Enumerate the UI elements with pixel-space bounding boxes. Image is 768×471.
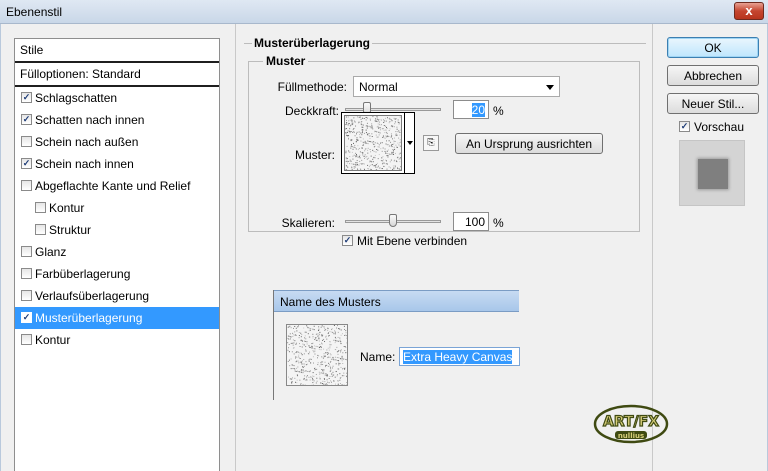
- title-bar: Ebenenstil x: [0, 0, 768, 24]
- preview-checkbox[interactable]: ✓: [679, 121, 690, 132]
- style-checkbox[interactable]: [35, 202, 46, 213]
- pattern-group: Muster Füllmethode: Normal Deckkraft: 20…: [248, 54, 640, 248]
- style-checkbox[interactable]: [21, 290, 32, 301]
- link-with-layer-label: Mit Ebene verbinden: [357, 234, 468, 248]
- style-item-label: Schein nach außen: [35, 135, 139, 149]
- style-item[interactable]: Abgeflachte Kante und Relief: [15, 175, 219, 197]
- preview-swatch: [698, 159, 728, 189]
- style-item[interactable]: Farbüberlagerung: [15, 263, 219, 285]
- pattern-name-input[interactable]: Extra Heavy Canvas: [399, 347, 520, 366]
- scale-input[interactable]: 100: [453, 212, 489, 231]
- close-button[interactable]: x: [734, 2, 764, 20]
- style-checkbox[interactable]: ✓: [21, 92, 32, 103]
- style-checkbox[interactable]: [21, 268, 32, 279]
- style-item[interactable]: ✓ Schlagschatten: [15, 87, 219, 109]
- styles-header[interactable]: Stile: [15, 39, 219, 63]
- blend-mode-value: Normal: [359, 80, 398, 94]
- opacity-value: 20: [471, 103, 485, 117]
- slider-thumb[interactable]: [389, 214, 397, 227]
- style-item[interactable]: Kontur: [15, 329, 219, 351]
- style-preview: [679, 140, 745, 206]
- style-item-label: Abgeflachte Kante und Relief: [35, 179, 191, 193]
- style-checkbox[interactable]: ✓: [21, 114, 32, 125]
- styles-items: ✓ Schlagschatten ✓ Schatten nach innen Schei…: [15, 87, 219, 351]
- artfx-logo: ART/FX nullius: [593, 404, 669, 444]
- pattern-dropdown[interactable]: [404, 113, 414, 173]
- close-icon: x: [745, 3, 753, 18]
- style-item[interactable]: ✓ Schatten nach innen: [15, 109, 219, 131]
- style-item-label: Farbüberlagerung: [35, 267, 131, 281]
- preview-label: Vorschau: [694, 120, 745, 134]
- logo-text: ART/FX: [603, 414, 659, 430]
- group-legend: Muster: [263, 54, 309, 68]
- style-item[interactable]: Schein nach außen: [15, 131, 219, 153]
- pattern-overlay-panel: Musterüberlagerung Muster Füllmethode: N…: [235, 24, 653, 471]
- pattern-name-label: Name:: [360, 350, 396, 364]
- pattern-swatch: [344, 115, 402, 171]
- style-checkbox[interactable]: [21, 180, 32, 191]
- style-checkbox[interactable]: [21, 136, 32, 147]
- style-item-label: Glanz: [35, 245, 67, 259]
- scale-slider[interactable]: [345, 214, 441, 228]
- slider-track: [345, 108, 441, 111]
- opacity-unit: %: [493, 104, 504, 118]
- style-item[interactable]: Glanz: [15, 241, 219, 263]
- style-checkbox[interactable]: [21, 334, 32, 345]
- style-item-label: Schlagschatten: [35, 91, 118, 105]
- opacity-label: Deckkraft:: [284, 104, 339, 118]
- style-item-label: Verlaufsüberlagerung: [35, 289, 150, 303]
- blend-mode-label: Füllmethode:: [277, 80, 347, 94]
- style-item-label: Musterüberlagerung: [35, 311, 143, 325]
- chevron-down-icon: [407, 141, 413, 145]
- window-title: Ebenenstil: [6, 5, 63, 19]
- logo-subtext: nullius: [618, 432, 644, 440]
- styles-list: Stile Fülloptionen: Standard ✓ Schlagscha…: [14, 38, 220, 471]
- popup-title: Name des Musters: [274, 290, 519, 312]
- style-item-label: Kontur: [35, 333, 71, 347]
- pattern-name-popup: Name des Musters Name: Extra Heavy Canva…: [273, 290, 520, 400]
- style-item[interactable]: ✓ Schein nach innen: [15, 153, 219, 175]
- style-item[interactable]: Struktur: [15, 219, 219, 241]
- style-item-label: Struktur: [49, 223, 92, 237]
- scale-value: 100: [464, 215, 485, 229]
- scale-label: Skalieren:: [281, 216, 335, 230]
- pattern-label: Muster:: [294, 148, 335, 162]
- pattern-thumbnail: [286, 324, 348, 386]
- ok-button[interactable]: OK: [667, 37, 759, 58]
- blending-options[interactable]: Fülloptionen: Standard: [15, 63, 219, 87]
- cancel-button[interactable]: Abbrechen: [667, 65, 759, 86]
- scale-unit: %: [493, 216, 504, 230]
- dialog-client: Stile Fülloptionen: Standard ✓ Schlagscha…: [0, 24, 768, 471]
- style-checkbox[interactable]: ✓: [21, 312, 32, 323]
- snap-to-origin-button[interactable]: An Ursprung ausrichten: [455, 133, 603, 154]
- style-item[interactable]: ✓ Musterüberlagerung: [15, 307, 219, 329]
- link-with-layer-checkbox[interactable]: ✓: [342, 235, 353, 246]
- pattern-name-value: Extra Heavy Canvas: [403, 350, 513, 364]
- panel-title: Musterüberlagerung: [252, 36, 373, 50]
- pattern-picker[interactable]: [341, 112, 415, 174]
- new-style-button[interactable]: Neuer Stil...: [667, 93, 759, 114]
- style-item-label: Schein nach innen: [35, 157, 134, 171]
- blend-mode-select[interactable]: Normal: [353, 76, 560, 97]
- style-checkbox[interactable]: ✓: [21, 158, 32, 169]
- opacity-input[interactable]: 20: [453, 100, 489, 119]
- style-item[interactable]: Verlaufsüberlagerung: [15, 285, 219, 307]
- new-preset-icon[interactable]: ⎘: [423, 135, 439, 151]
- style-item-label: Schatten nach innen: [35, 113, 145, 127]
- style-item[interactable]: Kontur: [15, 197, 219, 219]
- style-item-label: Kontur: [49, 201, 85, 215]
- style-checkbox[interactable]: [21, 246, 32, 257]
- style-checkbox[interactable]: [35, 224, 46, 235]
- chevron-down-icon: [546, 85, 554, 90]
